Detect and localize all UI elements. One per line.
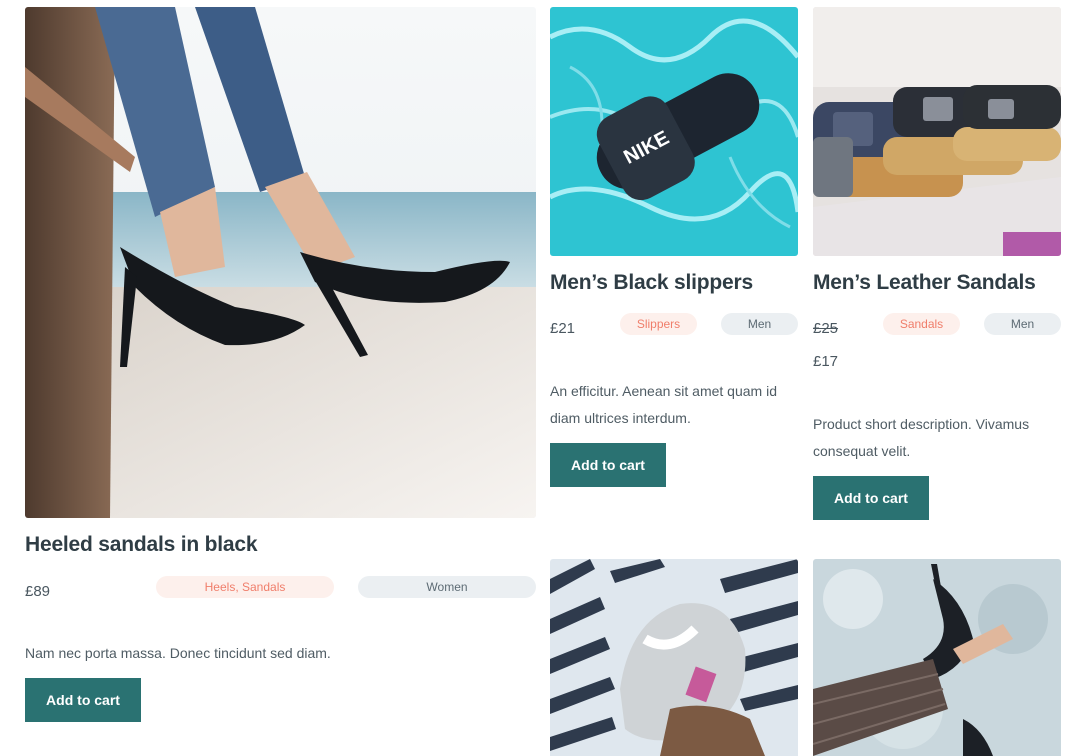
product-title[interactable]: Men’s Black slippers xyxy=(550,271,753,295)
product-image-heeled-sandals[interactable] xyxy=(25,7,536,518)
product-title[interactable]: Heeled sandals in black xyxy=(25,533,258,557)
sneaker-photo xyxy=(550,559,798,756)
product-price-old: £25 xyxy=(813,320,839,337)
product-image-leather-sandals[interactable] xyxy=(813,7,1061,256)
add-to-cart-button[interactable]: Add to cart xyxy=(25,678,141,722)
product-description: An efficitur. Aenean sit amet quam id di… xyxy=(550,383,777,426)
product-image-stilettos[interactable] xyxy=(813,559,1061,756)
tag-pill[interactable]: Women xyxy=(358,576,536,598)
category-pill[interactable]: Slippers xyxy=(620,313,697,335)
product-image-black-slippers[interactable]: NIKE xyxy=(550,7,798,256)
sandals-photo xyxy=(813,7,1061,256)
product-description: Product short description. Vivamus conse… xyxy=(813,416,1030,459)
product-image-sneaker[interactable] xyxy=(550,559,798,756)
stilettos-photo xyxy=(813,559,1061,756)
tag-pill[interactable]: Men xyxy=(721,313,798,335)
product-title[interactable]: Men’s Leather Sandals xyxy=(813,271,1036,295)
product-description: Nam nec porta massa. Donec tincidunt sed… xyxy=(25,645,331,661)
product-price: £21 xyxy=(550,320,576,337)
add-to-cart-button[interactable]: Add to cart xyxy=(550,443,666,487)
add-to-cart-button[interactable]: Add to cart xyxy=(813,476,929,520)
category-pill[interactable]: Heels, Sandals xyxy=(156,576,334,598)
category-pill[interactable]: Sandals xyxy=(883,313,960,335)
product-price: £89 xyxy=(25,583,51,600)
product-price-sale: £17 xyxy=(813,353,839,370)
heels-photo xyxy=(25,7,536,518)
tag-pill[interactable]: Men xyxy=(984,313,1061,335)
slipper-photo: NIKE xyxy=(550,7,798,256)
